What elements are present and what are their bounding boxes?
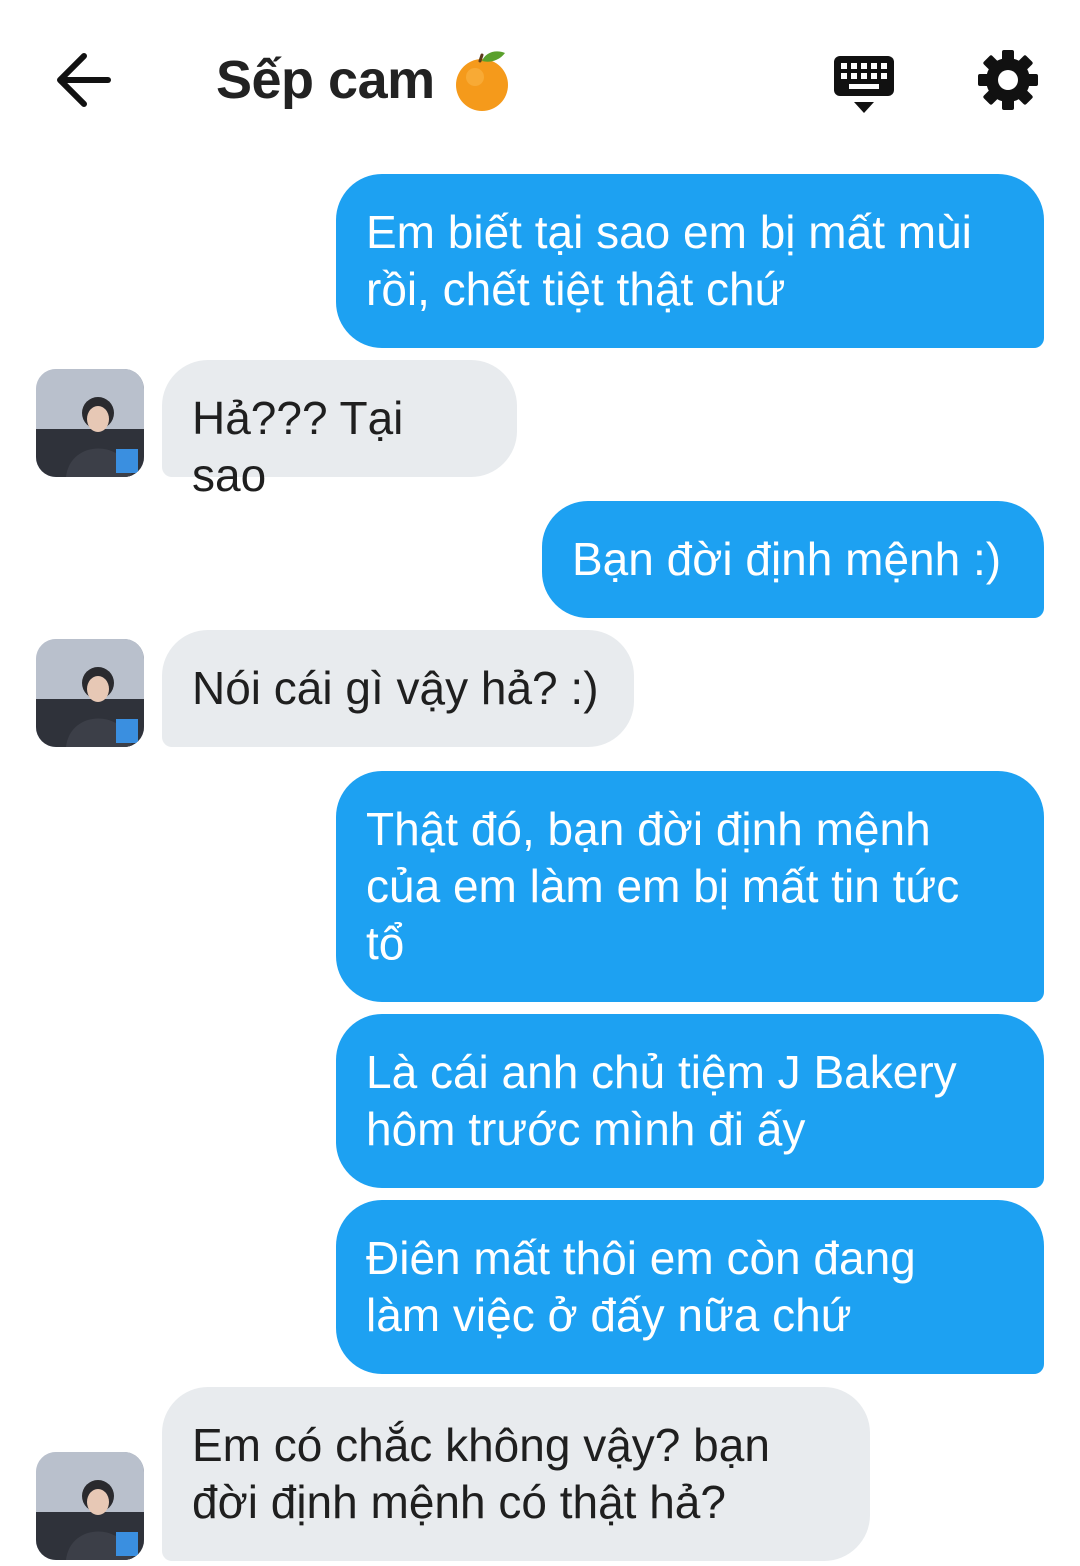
chat-screen: Sếp cam Em biết tại sao em bị mất mùi rồ… [0,0,1080,1566]
orange-emoji-icon [449,47,515,113]
settings-button[interactable] [976,48,1040,112]
gear-icon [978,50,1038,110]
chat-header: Sếp cam [0,0,1080,160]
incoming-message[interactable]: Hả??? Tại sao [162,360,517,501]
conversation-title-text: Sếp cam [216,50,435,110]
conversation-title[interactable]: Sếp cam [216,44,515,116]
outgoing-message[interactable]: Bạn đời định mệnh :) [542,501,1044,618]
keyboard-icon [834,56,894,113]
outgoing-message[interactable]: Thật đó, bạn đời định mệnh của em làm em… [336,771,1044,1002]
avatar[interactable] [36,369,144,477]
incoming-message[interactable]: Nói cái gì vậy hả? :) [162,630,634,747]
incoming-message[interactable]: Em có chắc không vậy? bạn đời định mệnh … [162,1387,870,1561]
keyboard-button[interactable] [832,54,896,116]
outgoing-message[interactable]: Điên mất thôi em còn đang làm việc ở đấy… [336,1200,1044,1374]
outgoing-message[interactable]: Là cái anh chủ tiệm J Bakery hôm trước m… [336,1014,1044,1188]
avatar[interactable] [36,1452,144,1560]
back-button[interactable] [50,50,118,110]
avatar[interactable] [36,639,144,747]
arrow-left-icon [57,53,111,107]
outgoing-message[interactable]: Em biết tại sao em bị mất mùi rồi, chết … [336,174,1044,348]
